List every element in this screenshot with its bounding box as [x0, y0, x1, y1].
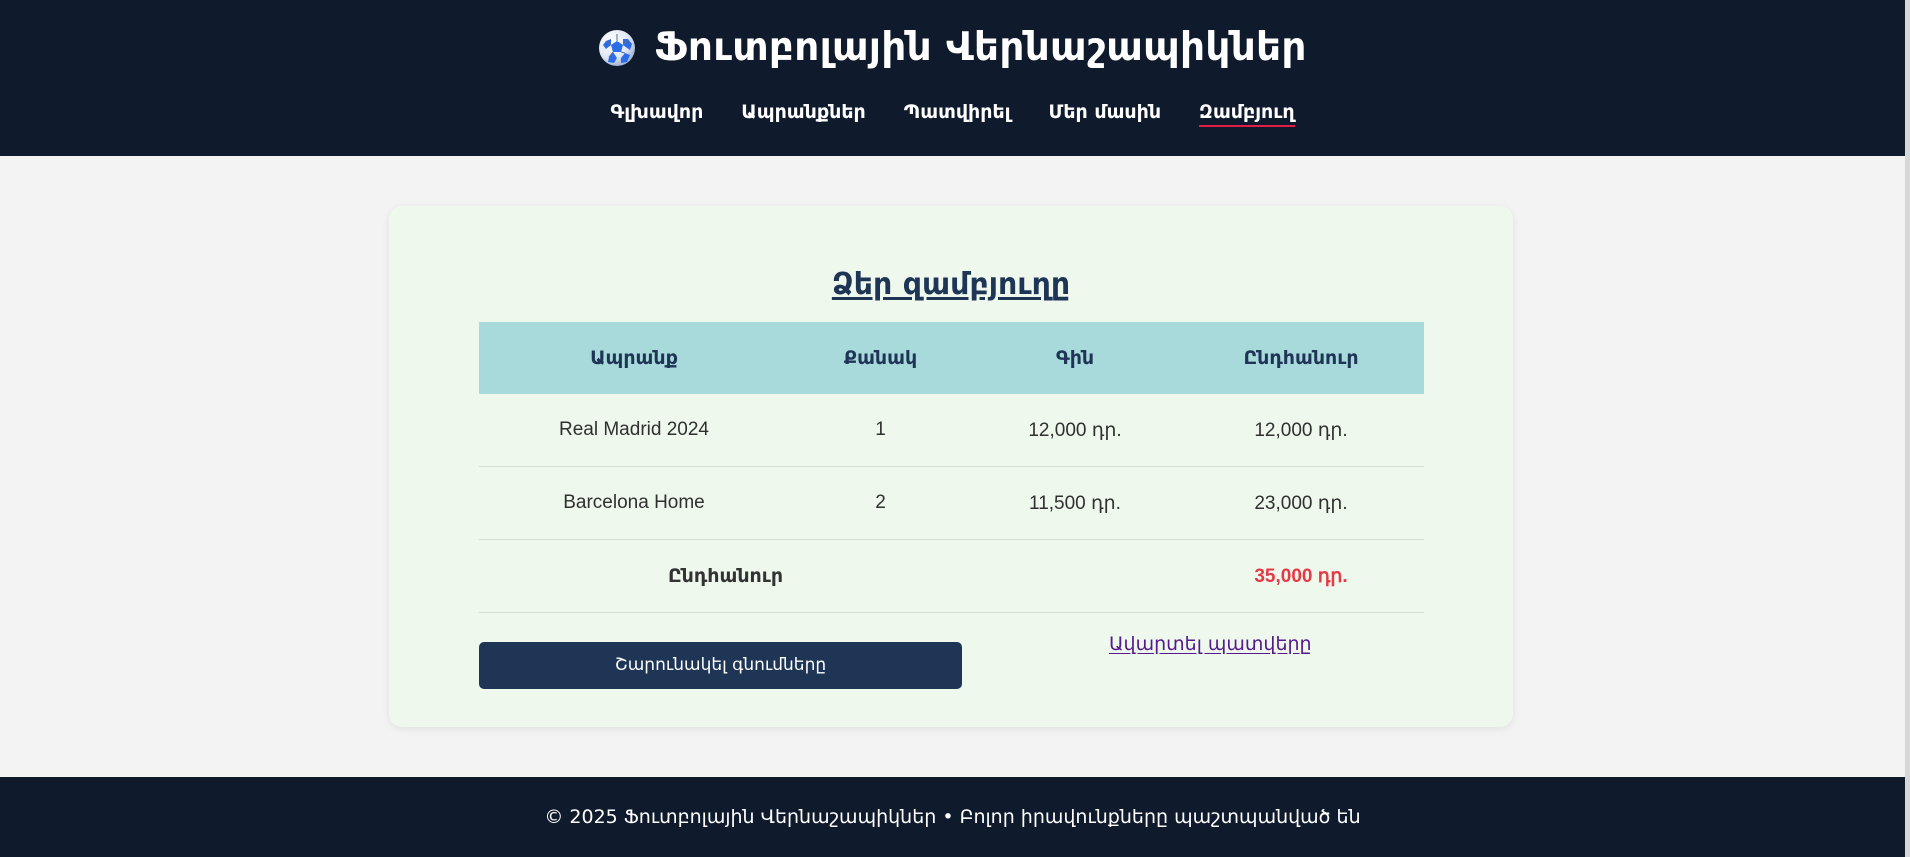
column-quantity-header: Քանակ	[789, 322, 972, 394]
site-header: Ֆուտբոլային Վերնաշապիկներ Գլխավոր Ապրանք…	[0, 0, 1905, 156]
price-value: 12,000 դր.	[972, 394, 1178, 467]
empty-total-cell	[972, 539, 1178, 613]
line-total-value: 23,000 դր.	[1178, 466, 1424, 540]
quantity-value: 2	[789, 466, 972, 540]
footer-copyright: © 2025 Ֆուտբոլային Վերնաշապիկներ • Բոլոր…	[544, 806, 1361, 828]
product-name: Barcelona Home	[479, 466, 789, 540]
cart-table: Ապրանք Քանակ Գին Ընդհանուր Real Madrid 2…	[479, 322, 1424, 613]
brand: Ֆուտբոլային Վերնաշապիկներ	[0, 28, 1905, 67]
cart-card: Ձեր զամբյուղը Ապրանք Քանակ Գին Ընդհանուր	[389, 206, 1513, 727]
soccer-ball-icon	[598, 29, 636, 67]
site-footer: © 2025 Ֆուտբոլային Վերնաշապիկներ • Բոլոր…	[0, 777, 1905, 857]
cart-total-label: Ընդհանուր	[479, 539, 972, 613]
site-title: Ֆուտբոլային Վերնաշապիկներ	[654, 25, 1307, 70]
checkout-link[interactable]: Ավարտել պատվերը	[1109, 635, 1312, 654]
nav-cart-link[interactable]: Զամբյուղ	[1199, 103, 1295, 127]
table-row: Real Madrid 2024 1 12,000 դր. 12,000 դր.	[479, 394, 1424, 467]
page: Ֆուտբոլային Վերնաշապիկներ Գլխավոր Ապրանք…	[0, 0, 1905, 857]
cart-table-header: Ապրանք Քանակ Գին Ընդհանուր	[479, 322, 1424, 394]
nav-products-link[interactable]: Ապրանքներ	[741, 103, 865, 122]
product-name: Real Madrid 2024	[479, 394, 789, 467]
nav-order-link[interactable]: Պատվիրել	[904, 103, 1011, 122]
column-total-header: Ընդհանուր	[1178, 322, 1424, 394]
cart-table-body: Real Madrid 2024 1 12,000 դր. 12,000 դր.…	[479, 394, 1424, 613]
column-product-header: Ապրանք	[479, 322, 789, 394]
quantity-value: 1	[789, 394, 972, 467]
cart-total-value: 35,000 դր.	[1178, 539, 1424, 613]
nav-about-link[interactable]: Մեր մասին	[1049, 103, 1162, 122]
vertical-scrollbar[interactable]	[1905, 0, 1910, 857]
nav-home-link[interactable]: Գլխավոր	[610, 103, 703, 122]
column-price-header: Գին	[972, 322, 1178, 394]
cart-title: Ձեր զամբյուղը	[831, 267, 1071, 303]
continue-shopping-button[interactable]: Շարունակել գնումները	[479, 642, 962, 689]
line-total-value: 12,000 դր.	[1178, 394, 1424, 467]
browser-viewport: Ֆուտբոլային Վերնաշապիկներ Գլխավոր Ապրանք…	[0, 0, 1910, 857]
table-header-row: Ապրանք Քանակ Գին Ընդհանուր	[479, 322, 1424, 394]
cart-total-row: Ընդհանուր 35,000 դր.	[479, 539, 1424, 613]
table-row: Barcelona Home 2 11,500 դր. 23,000 դր.	[479, 466, 1424, 540]
main-navigation: Գլխավոր Ապրանքներ Պատվիրել Մեր մասին Զամ…	[0, 103, 1905, 127]
price-value: 11,500 դր.	[972, 466, 1178, 540]
